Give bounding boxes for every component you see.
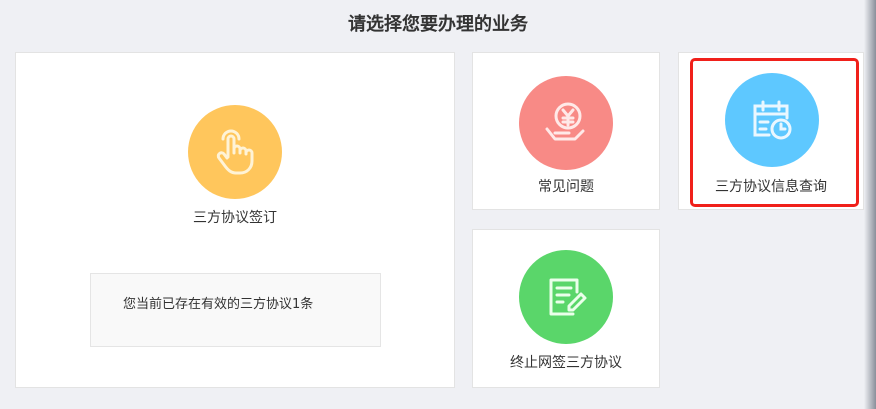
sign-agreement-label: 三方协议签订: [193, 210, 277, 226]
agreement-query-card[interactable]: 三方协议信息查询: [678, 52, 864, 210]
edit-document-icon: [519, 250, 613, 344]
calendar-clock-icon: [725, 73, 819, 167]
hand-pointer-icon: [188, 105, 282, 199]
agreement-query-label: 三方协议信息查询: [715, 179, 827, 195]
terminate-agreement-card[interactable]: 终止网签三方协议: [472, 229, 660, 388]
yuan-hand-icon: [519, 76, 613, 170]
faq-card[interactable]: 常见问题: [472, 52, 660, 210]
sign-agreement-card[interactable]: 三方协议签订 您当前已存在有效的三方协议1条: [15, 52, 455, 388]
agreement-status-box: 您当前已存在有效的三方协议1条: [90, 273, 381, 347]
agreement-status-text: 您当前已存在有效的三方协议1条: [123, 297, 314, 312]
page-title: 请选择您要办理的业务: [348, 14, 528, 35]
faq-label: 常见问题: [538, 179, 594, 195]
window-edge: [864, 0, 876, 409]
terminate-agreement-label: 终止网签三方协议: [510, 355, 622, 371]
